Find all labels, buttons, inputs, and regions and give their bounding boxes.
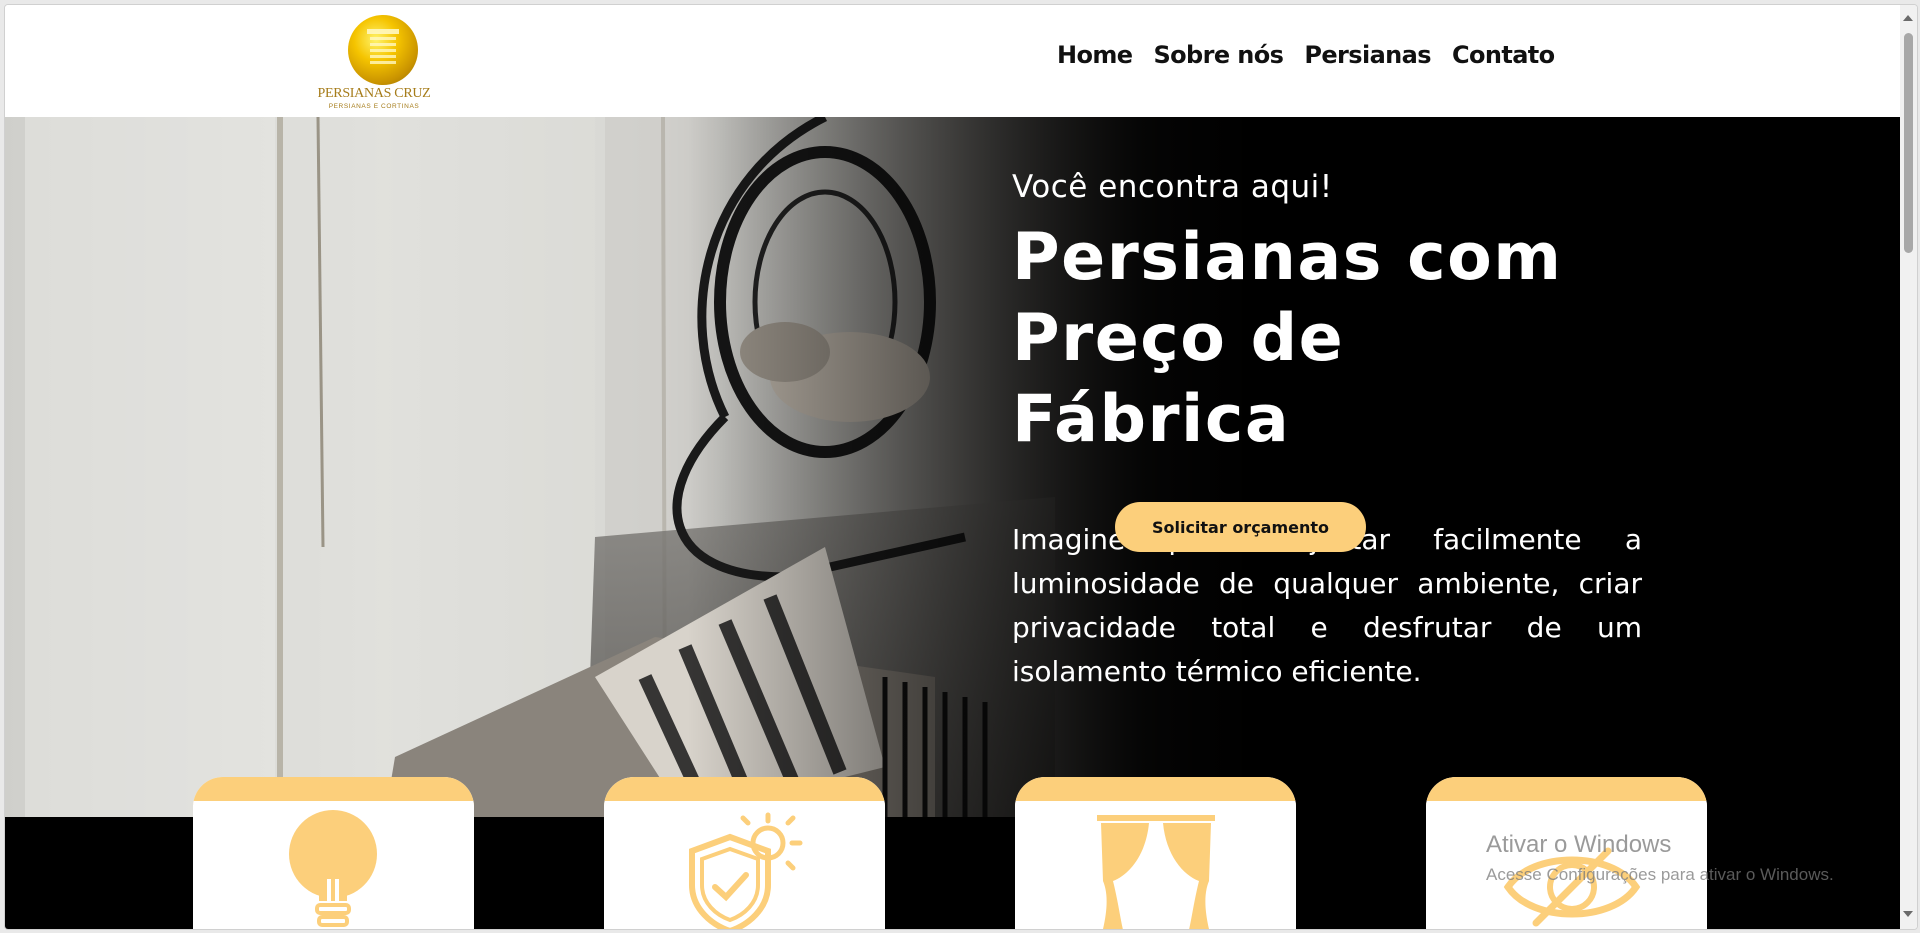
light-bulb-icon: [289, 810, 377, 927]
hero-title-line1: Persianas com: [1012, 220, 1563, 295]
request-quote-button[interactable]: Solicitar orçamento: [1115, 502, 1366, 552]
hero-title: Persianas com Preço de Fábrica: [1012, 217, 1642, 460]
curtain-icon: [1097, 815, 1215, 929]
browser-viewport: PERSIANAS CRUZ PERSIANAS E CORTINAS Home…: [5, 5, 1917, 929]
hero-tagline: Você encontra aqui!: [1012, 169, 1333, 205]
hero-text: Você encontra aqui! Persianas com Preço …: [1012, 169, 1642, 694]
watermark-title: Ativar o Windows: [1486, 831, 1672, 858]
page-scrollbar[interactable]: [1900, 5, 1917, 929]
nav-persianas[interactable]: Persianas: [1304, 41, 1431, 69]
main-nav: Home Sobre nós Persianas Contato: [1057, 41, 1555, 69]
site-logo[interactable]: PERSIANAS CRUZ PERSIANAS E CORTINAS: [312, 15, 436, 115]
feature-card-protection: [604, 777, 885, 929]
hero-title-line2: Preço de Fábrica: [1012, 301, 1345, 457]
logo-emblem: [348, 15, 418, 85]
site-header: PERSIANAS CRUZ PERSIANAS E CORTINAS Home…: [5, 5, 1900, 117]
watermark-subtitle: Acesse Configurações para ativar o Windo…: [1486, 865, 1834, 884]
feature-card-light: [193, 777, 474, 929]
scroll-up-arrow-icon[interactable]: [1903, 15, 1913, 21]
nav-contato[interactable]: Contato: [1452, 41, 1555, 69]
scroll-down-arrow-icon[interactable]: [1903, 911, 1913, 917]
hero-section: Você encontra aqui! Persianas com Preço …: [5, 117, 1900, 817]
windows-activation-watermark: Ativar o Windows Acesse Configurações pa…: [1486, 831, 1834, 885]
nav-sobre-nos[interactable]: Sobre nós: [1153, 41, 1283, 69]
logo-title: PERSIANAS CRUZ: [317, 86, 431, 101]
nav-home[interactable]: Home: [1057, 41, 1133, 69]
blind-icon: [367, 29, 399, 64]
shield-check-sun-icon: [689, 812, 803, 929]
logo-subtitle: PERSIANAS E CORTINAS: [328, 103, 420, 110]
scrollbar-thumb[interactable]: [1904, 33, 1913, 253]
feature-card-curtain: [1015, 777, 1296, 929]
